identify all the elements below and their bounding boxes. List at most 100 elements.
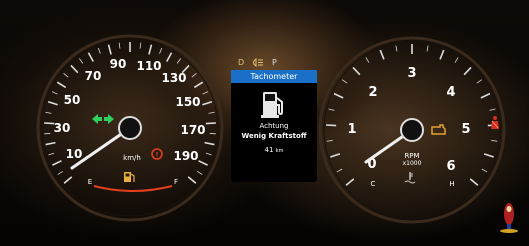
gauge-tick: [426, 45, 429, 52]
gauge-tick: [107, 44, 112, 55]
gauge-tick: [345, 178, 355, 186]
gauge-tick: [204, 141, 215, 146]
speed-tick-190: 190: [173, 149, 198, 163]
temp-cold-label: C: [371, 180, 376, 188]
gauge-tick: [352, 66, 361, 76]
speed-tick-150: 150: [175, 95, 200, 109]
fuel-pump-icon: [261, 90, 287, 124]
gauge-tick: [45, 141, 56, 146]
speed-tick-50: 50: [64, 93, 81, 107]
range-value: 41: [264, 146, 274, 154]
speed-tick-70: 70: [85, 69, 102, 83]
coolant-temp-icon: [404, 172, 416, 184]
center-top-indicators: D P: [238, 58, 308, 70]
gauge-tick: [197, 170, 203, 175]
watermark-logo: [496, 200, 522, 238]
gauge-tick: [139, 42, 142, 49]
gauge-tick: [63, 176, 73, 184]
gauge-tick: [480, 92, 491, 99]
gauge-tick: [87, 52, 94, 62]
temp-hot-label: H: [449, 180, 454, 188]
speed-tick-90: 90: [110, 57, 127, 71]
gauge-tick: [97, 47, 101, 54]
svg-text:!: !: [156, 152, 159, 159]
tach-unit-rpm: RPM: [404, 152, 419, 160]
tach-tick-6: 6: [446, 159, 455, 174]
gauge-tick: [45, 111, 52, 114]
center-display: Tachometer Achtung Wenig Kraftstoff 41 k…: [231, 70, 317, 182]
gauge-tick: [202, 91, 209, 95]
speed-tick-10: 10: [66, 147, 83, 161]
gauge-tick: [51, 91, 58, 95]
park-indicator: P: [272, 58, 277, 67]
gauge-tick: [483, 153, 494, 158]
gauge-tick: [439, 49, 445, 60]
gauge-tick: [333, 92, 344, 99]
gauge-tick: [379, 49, 385, 60]
speedometer: 10 30 50 70 90 110 130 150 170 190 km/h …: [36, 34, 224, 222]
instrument-cluster: 10 30 50 70 90 110 130 150 170 190 km/h …: [0, 0, 529, 246]
fuel-full-label: F: [174, 178, 178, 186]
gauge-tick: [118, 42, 121, 49]
gear-indicator: D: [238, 58, 245, 67]
gauge-tick: [193, 81, 204, 89]
brake-warning-icon: !: [151, 148, 163, 160]
gauge-tick: [70, 64, 79, 74]
gauge-tick: [463, 66, 472, 76]
tach-tick-5: 5: [461, 122, 470, 137]
gauge-tick: [330, 153, 341, 158]
range-unit: km: [275, 148, 284, 154]
gauge-tick: [198, 160, 208, 166]
low-fuel-icon: [124, 172, 135, 182]
gauge-tick: [326, 140, 333, 142]
speed-tick-170: 170: [180, 123, 205, 137]
gauge-tick: [365, 57, 370, 63]
gauge-tick: [489, 108, 496, 111]
tach-tick-4: 4: [446, 85, 455, 100]
gauge-tick: [52, 160, 62, 166]
tach-tick-3: 3: [407, 66, 416, 81]
warning-title: Achtung: [259, 122, 289, 130]
gauge-tick: [166, 52, 173, 62]
gauge-tick: [328, 108, 335, 111]
speed-tick-130: 130: [161, 71, 186, 85]
gauge-tick: [326, 124, 337, 127]
gauge-tick: [63, 73, 69, 78]
gauge-tick: [159, 47, 163, 54]
warning-message: Wenig Kraftstoff: [241, 132, 307, 140]
tachometer: 0 1 2 3 4 5 6 RPM x1000 C H: [318, 36, 506, 224]
range-readout: 41 km: [231, 146, 317, 154]
check-engine-icon: [431, 124, 446, 135]
gauge-tick: [78, 58, 84, 64]
turn-signal-icon: [92, 114, 114, 124]
fuel-gauge-arc: [93, 185, 173, 192]
tach-tick-1: 1: [347, 122, 356, 137]
fuel-empty-label: E: [88, 178, 92, 186]
gauge-tick: [205, 152, 212, 156]
gauge-tick: [208, 111, 215, 114]
gauge-tick: [44, 122, 55, 125]
seatbelt-icon: [491, 116, 499, 129]
gauge-tick: [202, 100, 213, 106]
gauge-tick: [336, 168, 343, 173]
center-display-header: Tachometer: [231, 70, 317, 83]
gauge-tick: [205, 122, 216, 125]
gauge-tick: [395, 45, 398, 52]
gauge-tick: [454, 57, 459, 63]
gauge-tick: [476, 79, 482, 84]
headlight-icon: [250, 58, 264, 69]
gauge-tick: [491, 140, 498, 142]
tach-tick-2: 2: [368, 85, 377, 100]
tach-hub: [400, 118, 424, 142]
gauge-tick: [187, 176, 197, 184]
gauge-tick: [148, 44, 153, 55]
speed-unit: km/h: [123, 154, 141, 162]
tach-unit-x1000: x1000: [403, 160, 422, 167]
gauge-tick: [191, 73, 197, 78]
speed-tick-110: 110: [136, 59, 161, 73]
gauge-tick: [48, 152, 55, 156]
gauge-tick: [176, 58, 182, 64]
gauge-tick: [469, 178, 479, 186]
gauge-tick: [47, 100, 58, 106]
gauge-tick: [57, 170, 63, 175]
